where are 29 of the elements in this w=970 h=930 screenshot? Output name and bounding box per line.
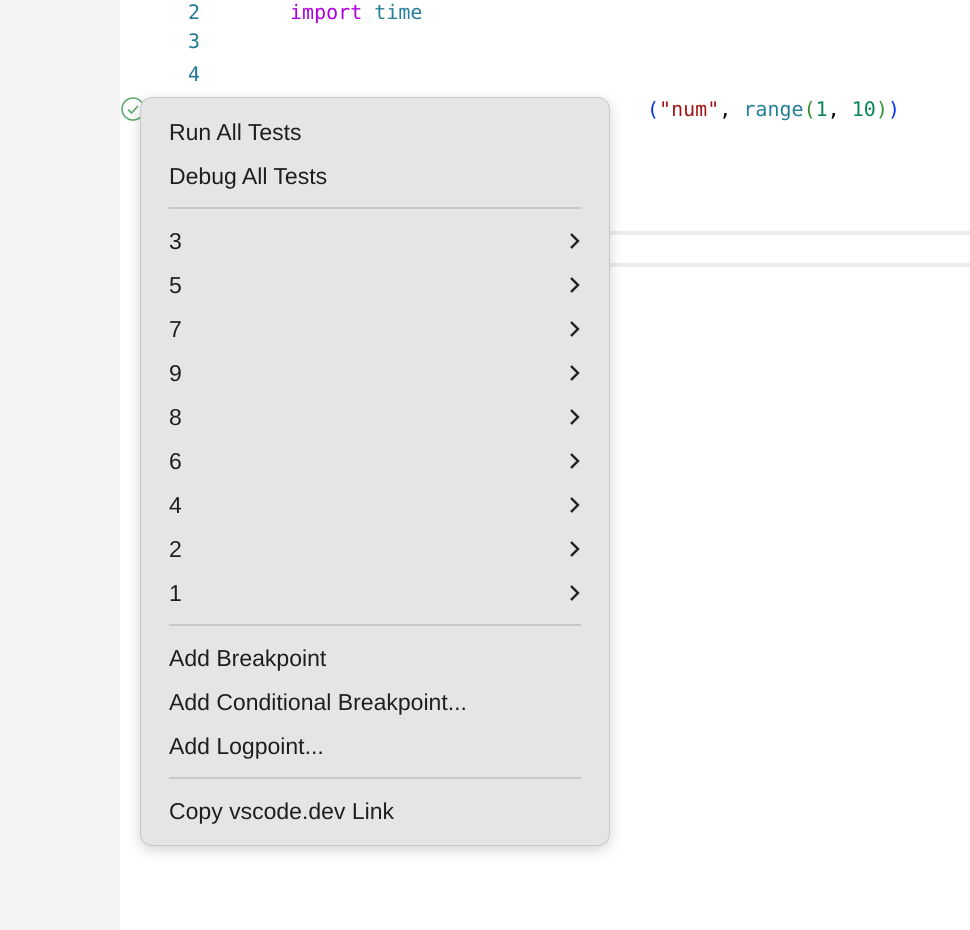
- code-line: ("num", range(1, 10)): [647, 97, 900, 121]
- menu-item[interactable]: 1: [169, 571, 581, 615]
- menu-item[interactable]: Add Conditional Breakpoint...: [169, 680, 581, 724]
- menu-item[interactable]: Run All Tests: [169, 110, 581, 154]
- line-number: 4: [186, 62, 200, 86]
- menu-item[interactable]: Copy vscode.dev Link: [169, 789, 581, 833]
- menu-item[interactable]: 8: [169, 395, 581, 439]
- line-number: 3: [186, 28, 200, 52]
- chevron-right-icon: [569, 408, 581, 426]
- line-number: 2: [186, 0, 200, 24]
- chevron-right-icon: [569, 540, 581, 558]
- chevron-right-icon: [569, 584, 581, 602]
- menu-item[interactable]: Add Logpoint...: [169, 724, 581, 768]
- menu-item[interactable]: 9: [169, 351, 581, 395]
- chevron-right-icon: [569, 452, 581, 470]
- menu-item[interactable]: 4: [169, 483, 581, 527]
- menu-item[interactable]: 5: [169, 263, 581, 307]
- menu-item[interactable]: 7: [169, 307, 581, 351]
- chevron-right-icon: [569, 276, 581, 294]
- chevron-right-icon: [569, 364, 581, 382]
- menu-item[interactable]: 6: [169, 439, 581, 483]
- code-line: import time: [290, 0, 422, 24]
- chevron-right-icon: [569, 232, 581, 250]
- menu-item[interactable]: Debug All Tests: [169, 154, 581, 198]
- menu-item[interactable]: 3: [169, 219, 581, 263]
- chevron-right-icon: [569, 320, 581, 338]
- chevron-right-icon: [569, 496, 581, 514]
- menu-item[interactable]: 2: [169, 527, 581, 571]
- menu-item[interactable]: Add Breakpoint: [169, 636, 581, 680]
